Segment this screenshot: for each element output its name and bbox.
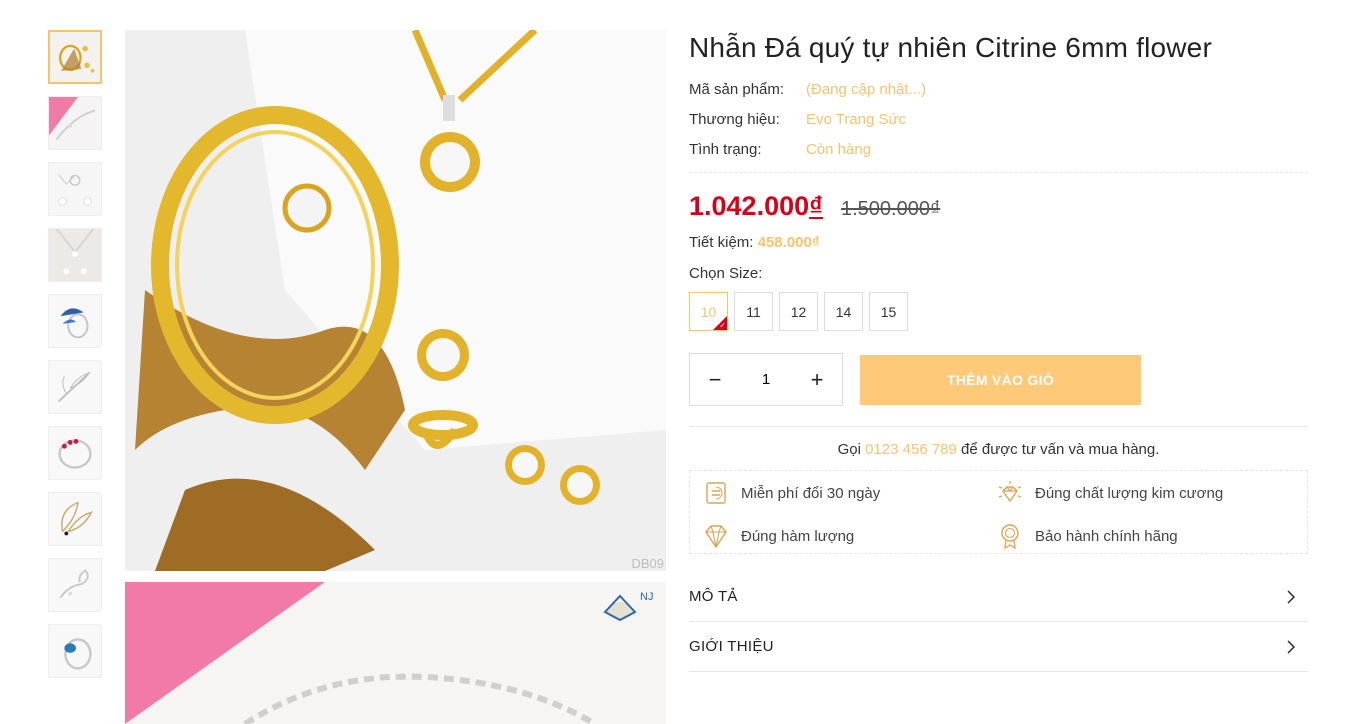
benefit-text: Đúng chất lượng kim cương (1035, 484, 1224, 502)
size-text: 10 (700, 303, 717, 320)
thumbnail-3[interactable] (48, 162, 102, 216)
main-product-image[interactable]: DB09 (125, 30, 666, 571)
product-info: Nhẫn Đá quý tự nhiên Citrine 6mm flower … (689, 30, 1308, 672)
benefit-text: Bảo hành chính hãng (1035, 527, 1178, 545)
current-price: 1.042.000₫ (689, 191, 823, 222)
divider (689, 426, 1308, 427)
accordion-label: GIỚI THIỆU (689, 638, 774, 655)
thumbnail-1[interactable] (48, 30, 102, 84)
size-option-12[interactable]: 12 (779, 292, 818, 331)
thumbnail-list (48, 30, 102, 690)
thumbnail-6[interactable] (48, 360, 102, 414)
price-number: 1.042.000 (689, 191, 810, 221)
quantity-input[interactable] (740, 371, 792, 388)
thumbnail-2[interactable] (48, 96, 102, 150)
thumbnail-5[interactable] (48, 294, 102, 348)
brand-link[interactable]: Evo Trang Sức (806, 111, 906, 128)
thumbnail-4[interactable] (48, 228, 102, 282)
call-suffix: để được tư vấn và mua hàng. (961, 441, 1160, 458)
benefits-box: Miễn phí đổi 30 ngày Đúng chất lượng kim… (689, 470, 1308, 554)
sku-row: Mã sản phẩm: (Đang cập nhật...) (689, 74, 1308, 104)
phone-link[interactable]: 0123 456 789 (865, 441, 957, 458)
chevron-right-icon (1287, 590, 1295, 603)
buy-row: − + THÊM VÀO GIỎ (689, 353, 1308, 406)
size-text: 11 (746, 303, 761, 320)
thumbnail-7[interactable] (48, 426, 102, 480)
savings: Tiết kiệm: 458.000₫ (689, 234, 1308, 251)
size-text: 15 (880, 303, 897, 320)
exchange-box-icon (706, 482, 726, 504)
size-option-11[interactable]: 11 (734, 292, 773, 331)
status-value: Còn hàng (806, 140, 872, 158)
quantity-stepper: − + (689, 353, 843, 406)
sku-value: (Đang cập nhật...) (806, 80, 927, 98)
accordion-item-description[interactable]: MÔ TẢ (689, 572, 1308, 622)
thumbnail-10[interactable] (48, 624, 102, 678)
size-text: 14 (835, 303, 852, 320)
size-option-15[interactable]: 15 (869, 292, 908, 331)
add-to-cart-button[interactable]: THÊM VÀO GIỎ (860, 354, 1141, 405)
size-options: 10 ✓ 11 12 14 15 (689, 292, 1308, 331)
benefit-item: Miễn phí đổi 30 ngày (702, 479, 996, 507)
accordion: MÔ TẢ GIỚI THIỆU (689, 572, 1308, 672)
call-to-action: Gọi 0123 456 789 để được tư vấn và mua h… (689, 441, 1308, 458)
product-meta: Mã sản phẩm: (Đang cập nhật...) Thương h… (689, 74, 1308, 164)
call-prefix: Gọi (837, 441, 861, 458)
benefit-item: Đúng hàm lượng (702, 522, 996, 550)
price-block: 1.042.000₫ 1.500.000₫ (689, 191, 1308, 222)
brand-label: Thương hiệu: (689, 110, 780, 128)
product-page: DB09 NJ Nhẫn Đá quý tự nhiên Citrine 6mm… (0, 0, 1372, 724)
product-title: Nhẫn Đá quý tự nhiên Citrine 6mm flower (689, 32, 1212, 63)
status-row: Tình trạng: Còn hàng (689, 134, 1308, 164)
decrease-quantity-button[interactable]: − (690, 354, 740, 405)
warranty-badge-icon (1001, 524, 1019, 550)
status-label: Tình trạng: (689, 140, 762, 158)
brand-row: Thương hiệu: Evo Trang Sức (689, 104, 1308, 134)
size-option-10[interactable]: 10 ✓ (689, 292, 728, 331)
benefit-item: Bảo hành chính hãng (996, 522, 1290, 550)
save-value: 458.000₫ (757, 234, 820, 251)
svg-text:NJ: NJ (640, 591, 653, 603)
size-text: 12 (790, 303, 807, 320)
divider (689, 172, 1308, 173)
save-label: Tiết kiệm: (689, 234, 754, 251)
image-code: DB09 (631, 556, 664, 571)
size-option-14[interactable]: 14 (824, 292, 863, 331)
benefit-text: Đúng hàm lượng (741, 527, 855, 545)
benefit-text: Miễn phí đổi 30 ngày (741, 484, 881, 502)
accordion-item-introduction[interactable]: GIỚI THIỆU (689, 622, 1308, 672)
increase-quantity-button[interactable]: + (792, 354, 842, 405)
sku-label: Mã sản phẩm: (689, 80, 785, 98)
check-icon: ✓ (719, 321, 726, 330)
thumbnail-9[interactable] (48, 558, 102, 612)
size-label: Chọn Size: (689, 265, 763, 282)
diamond-icon (705, 525, 727, 549)
diamond-rays-icon (998, 481, 1022, 503)
price-currency: ₫ (809, 191, 823, 221)
thumbnail-8[interactable] (48, 492, 102, 546)
old-price: 1.500.000₫ (840, 198, 941, 220)
accordion-label: MÔ TẢ (689, 588, 738, 605)
secondary-product-image[interactable]: NJ (125, 582, 666, 724)
benefit-item: Đúng chất lượng kim cương (996, 479, 1290, 507)
chevron-right-icon (1287, 640, 1295, 653)
